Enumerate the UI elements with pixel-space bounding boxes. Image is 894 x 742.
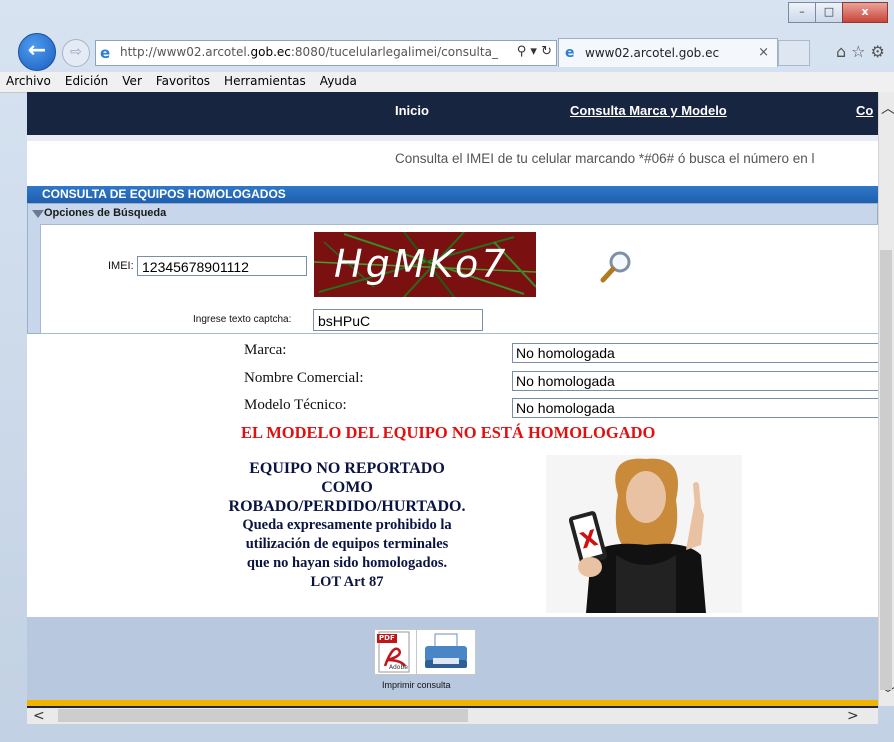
nav-divider (27, 135, 878, 141)
back-button[interactable]: ← (18, 33, 56, 71)
report-status: EQUIPO NO REPORTADO COMO ROBADO/PERDIDO/… (219, 459, 475, 592)
menu-ver[interactable]: Ver (116, 72, 150, 92)
menu-archivo[interactable]: Archivo (0, 72, 59, 92)
vertical-scroll-thumb[interactable] (880, 250, 892, 690)
new-tab-button[interactable] (778, 40, 810, 66)
nav-inicio[interactable]: Inicio (395, 103, 429, 118)
search-form: IMEI: 12345678901112 HgMKo7 Ingrese text… (40, 224, 878, 334)
notice-line: Queda expresamente prohibido la (242, 517, 452, 533)
modelo-tecnico-label: Modelo Técnico: (244, 397, 347, 413)
pdf-brand: Adobe (389, 664, 408, 671)
scroll-right-icon[interactable]: > (847, 708, 859, 724)
ie-icon: e (100, 44, 111, 62)
captcha-input[interactable]: bsHPuC (313, 309, 483, 331)
site-nav: Inicio Consulta Marca y Modelo Co (27, 92, 878, 135)
forward-button[interactable]: ⇨ (62, 39, 90, 67)
imei-label: IMEI: (108, 260, 134, 272)
close-button[interactable]: x (842, 2, 888, 23)
homologation-warning: EL MODELO DEL EQUIPO NO ESTÁ HOMOLOGADO (241, 423, 656, 442)
woman-phone-photo: X (546, 455, 742, 613)
nav-consulta-marca-modelo[interactable]: Consulta Marca y Modelo (570, 103, 727, 118)
nav-more[interactable]: Co (856, 103, 873, 118)
marca-label: Marca: (244, 342, 287, 358)
print-footer: PDF Adobe Imprimir consulta (27, 617, 878, 706)
captcha-image: HgMKo7 (314, 232, 536, 297)
nombre-comercial-value: No homologada (512, 371, 878, 391)
menu-edicion[interactable]: Edición (59, 72, 116, 92)
menu-ayuda[interactable]: Ayuda (314, 72, 365, 92)
notice-line: utilización de equipos terminales (245, 536, 449, 552)
report-line: COMO (321, 479, 373, 496)
print-label: Imprimir consulta (382, 680, 451, 690)
tab-close-icon[interactable]: × (758, 45, 769, 60)
address-url[interactable]: http://www02.arcotel.gob.ec:8080/tucelul… (120, 45, 498, 59)
nombre-comercial-label: Nombre Comercial: (244, 370, 364, 386)
page-bottom-band (27, 706, 878, 708)
notice-line: que no hayan sido homologados. (246, 555, 448, 571)
tab-title: www02.arcotel.gob.ec (585, 46, 720, 60)
scroll-left-icon[interactable]: < (33, 708, 45, 724)
options-title: Opciones de Búsqueda (44, 207, 167, 219)
magnifier-search-icon[interactable] (599, 250, 633, 284)
report-line: EQUIPO NO REPORTADO (249, 460, 445, 477)
notice-line: LOT Art 87 (310, 574, 384, 590)
horizontal-scroll-thumb[interactable] (58, 709, 468, 722)
search-refresh-icon[interactable]: ⚲ ▾ ↻ (517, 44, 552, 59)
imei-input[interactable]: 12345678901112 (137, 256, 307, 276)
window-controls: – □ x (788, 2, 888, 23)
page-content: Inicio Consulta Marca y Modelo Co Consul… (27, 92, 878, 706)
minimize-button[interactable]: – (788, 2, 816, 23)
menu-bar: Archivo Edición Ver Favoritos Herramient… (0, 72, 894, 93)
captcha-label: Ingrese texto captcha: (193, 314, 292, 325)
report-line: ROBADO/PERDIDO/HURTADO. (228, 498, 466, 515)
pdf-icon[interactable]: PDF Adobe (374, 629, 418, 675)
browser-tab[interactable]: e www02.arcotel.gob.ec × (558, 38, 778, 67)
printer-icon[interactable] (416, 629, 476, 675)
imei-hint: Consulta el IMEI de tu celular marcando … (395, 151, 815, 166)
panel-title: CONSULTA DE EQUIPOS HOMOLOGADOS (27, 186, 878, 203)
maximize-button[interactable]: □ (815, 2, 843, 23)
address-bar[interactable]: e http://www02.arcotel.gob.ec:8080/tucel… (95, 40, 557, 66)
filter-icon (32, 210, 44, 218)
menu-favoritos[interactable]: Favoritos (150, 72, 218, 92)
captcha-text: HgMKo7 (334, 242, 509, 286)
home-favorites-settings-icons[interactable]: ⌂☆⚙ (836, 42, 890, 61)
scroll-up-icon[interactable]: ︿ (881, 98, 894, 118)
search-options-panel: Opciones de Búsqueda IMEI: 1234567890111… (27, 203, 878, 334)
tab-ie-icon: e (565, 45, 575, 61)
modelo-tecnico-value: No homologada (512, 398, 878, 418)
marca-value: No homologada (512, 343, 878, 363)
menu-herramientas[interactable]: Herramientas (218, 72, 314, 92)
pdf-badge: PDF (379, 634, 395, 642)
